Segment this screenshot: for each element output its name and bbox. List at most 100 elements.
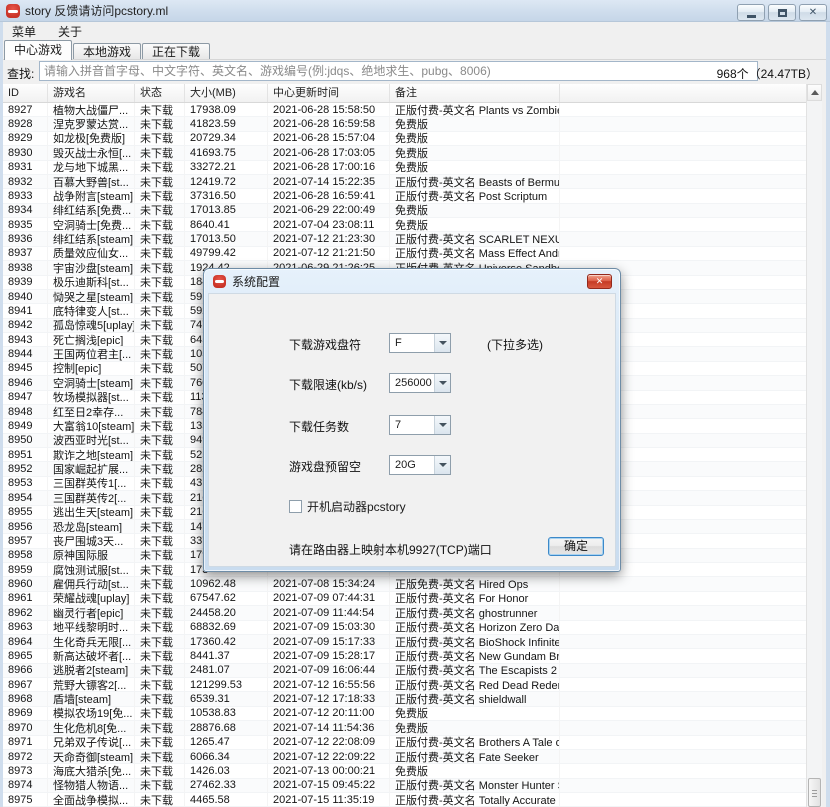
table-row[interactable]: 8962 幽灵行者[epic] 未下载 24458.20 2021-07-09 … [3,606,806,620]
table-row[interactable]: 8974 怪物猎人物语... 未下载 27462.33 2021-07-15 0… [3,779,806,793]
dialog-close-button[interactable]: ✕ [587,274,612,289]
cell-name: 死亡搁浅[epic] [48,333,135,346]
cell-name: 底特律变人[st... [48,304,135,317]
maximize-button[interactable] [768,4,796,21]
scrollbar-up-button[interactable] [807,84,822,101]
maximize-icon [778,9,787,17]
table-row[interactable]: 8965 新高达破坏者[... 未下载 8441.37 2021-07-09 1… [3,649,806,663]
autostart-checkbox[interactable] [289,500,302,513]
cell-status: 未下载 [135,161,185,174]
close-button[interactable]: ✕ [799,4,827,21]
cell-updated: 2021-07-04 23:08:11 [268,218,390,231]
table-row[interactable]: 8934 绯红结系[免费... 未下载 17013.85 2021-06-29 … [3,204,806,218]
cell-id: 8943 [3,333,48,346]
table-row[interactable]: 8932 百慕大野兽[st... 未下载 12419.72 2021-07-14… [3,175,806,189]
cell-name: 兄弟双子传说[... [48,736,135,749]
tab-center-games[interactable]: 中心游戏 [4,40,72,60]
table-row[interactable]: 8935 空洞骑士[免费... 未下载 8640.41 2021-07-04 2… [3,218,806,232]
minimize-button[interactable] [737,4,765,21]
table-row[interactable]: 8963 地平线黎明时... 未下载 68832.69 2021-07-09 1… [3,621,806,635]
cell-size: 121299.53 [185,678,268,691]
table-row[interactable]: 8968 盾墙[steam] 未下载 6539.31 2021-07-12 17… [3,692,806,706]
table-row[interactable]: 8970 生化危机8[免... 未下载 28876.68 2021-07-14 … [3,721,806,735]
vertical-scrollbar[interactable] [806,84,822,807]
table-row[interactable]: 8931 龙与地下城黑... 未下载 33272.21 2021-06-28 1… [3,161,806,175]
window-title: story 反馈请访问pcstory.ml [25,2,168,19]
cell-status: 未下载 [135,448,185,461]
ok-button[interactable]: 确定 [548,537,604,556]
cell-blank [560,218,806,231]
tab-local-games[interactable]: 本地游戏 [73,43,141,60]
cell-updated: 2021-07-12 20:11:00 [268,707,390,720]
speed-limit-dropdown[interactable]: 256000 [389,373,451,393]
table-row[interactable]: 8960 雇佣兵行动[st... 未下载 10962.48 2021-07-08… [3,577,806,591]
cell-blank [560,649,806,662]
cell-remark: 免费版 [390,764,560,777]
cell-name: 战争附言[steam] [48,189,135,202]
menu-item-about[interactable]: 关于 [54,22,86,41]
table-row[interactable]: 8936 绯红结系[steam] 未下载 17013.50 2021-07-12… [3,232,806,246]
table-row[interactable]: 8930 毁灭战士永恒[... 未下载 41693.75 2021-06-28 … [3,146,806,160]
reserve-space-dropdown[interactable]: 20G [389,455,451,475]
cell-remark: 正版付费-英文名 New Gundam Bre... [390,649,560,662]
cell-id: 8944 [3,347,48,360]
cell-remark: 免费版 [390,146,560,159]
scrollbar-thumb[interactable] [808,778,821,807]
column-header-status[interactable]: 状态 [135,84,185,102]
drive-letter-dropdown[interactable]: F [389,333,451,353]
cell-blank [560,117,806,130]
minimize-icon [747,15,756,18]
cell-id: 8927 [3,103,48,116]
table-row[interactable]: 8966 逃脱者2[steam] 未下载 2481.07 2021-07-09 … [3,664,806,678]
column-header-size[interactable]: 大小(MB) [185,84,268,102]
dialog-app-icon [213,275,226,288]
window-controls: ✕ [737,4,827,21]
cell-size: 17013.50 [185,232,268,245]
cell-status: 未下载 [135,204,185,217]
search-label: 查找: [7,65,34,82]
cell-status: 未下载 [135,117,185,130]
dialog-titlebar[interactable]: 系统配置 [204,269,620,293]
table-row[interactable]: 8929 如龙极[免费版] 未下载 20729.34 2021-06-28 15… [3,132,806,146]
table-row[interactable]: 8961 荣耀战魂[uplay] 未下载 67547.62 2021-07-09… [3,592,806,606]
table-row[interactable]: 8969 模拟农场19[免... 未下载 10538.83 2021-07-12… [3,707,806,721]
cell-name: 生化危机8[免... [48,721,135,734]
search-input[interactable] [39,61,758,81]
cell-remark: 正版付费-英文名 Totally Accurate ... [390,793,560,806]
table-row[interactable]: 8927 植物大战僵尸... 未下载 17938.09 2021-06-28 1… [3,103,806,117]
task-count-dropdown[interactable]: 7 [389,415,451,435]
cell-size: 17013.85 [185,204,268,217]
column-header-updated[interactable]: 中心更新时间 [268,84,390,102]
tab-downloading[interactable]: 正在下载 [142,43,210,60]
column-header-remark[interactable]: 备注 [390,84,560,102]
table-row[interactable]: 8971 兄弟双子传说[... 未下载 1265.47 2021-07-12 2… [3,736,806,750]
cell-name: 地平线黎明时... [48,621,135,634]
column-header-name[interactable]: 游戏名 [48,84,135,102]
system-config-dialog: 系统配置 ✕ 下载游戏盘符 F (下拉多选) 下载限速(kb/s) 256000 [203,268,621,572]
cell-status: 未下载 [135,304,185,317]
table-row[interactable]: 8972 天命奇御[steam] 未下载 6066.34 2021-07-12 … [3,750,806,764]
table-row[interactable]: 8933 战争附言[steam] 未下载 37316.50 2021-06-28… [3,189,806,203]
cell-blank [560,779,806,792]
cell-size: 2481.07 [185,664,268,677]
table-row[interactable]: 8973 海底大猎杀[免... 未下载 1426.03 2021-07-13 0… [3,764,806,778]
menu-item-main[interactable]: 菜单 [8,22,40,41]
window-frame-right [826,22,830,807]
cell-updated: 2021-07-08 15:34:24 [268,577,390,590]
game-count-label: 968个（24.47TB） [717,65,818,82]
table-row[interactable]: 8937 质量效应仙女... 未下载 49799.42 2021-07-12 2… [3,247,806,261]
cell-id: 8941 [3,304,48,317]
table-row[interactable]: 8975 全面战争模拟... 未下载 4465.58 2021-07-15 11… [3,793,806,807]
cell-status: 未下载 [135,261,185,274]
cell-name: 控制[epic] [48,362,135,375]
cell-updated: 2021-07-09 15:03:30 [268,621,390,634]
cell-size: 12419.72 [185,175,268,188]
cell-name: 海底大猎杀[免... [48,764,135,777]
table-row[interactable]: 8964 生化奇兵无限[... 未下载 17360.42 2021-07-09 … [3,635,806,649]
cell-remark: 正版付费-英文名 shieldwall [390,692,560,705]
column-header-id[interactable]: ID [3,84,48,102]
cell-id: 8962 [3,606,48,619]
drive-letter-label: 下载游戏盘符 [289,336,361,353]
table-row[interactable]: 8928 涅克罗蒙达赏... 未下载 41823.59 2021-06-28 1… [3,117,806,131]
table-row[interactable]: 8967 荒野大镖客2[... 未下载 121299.53 2021-07-12… [3,678,806,692]
